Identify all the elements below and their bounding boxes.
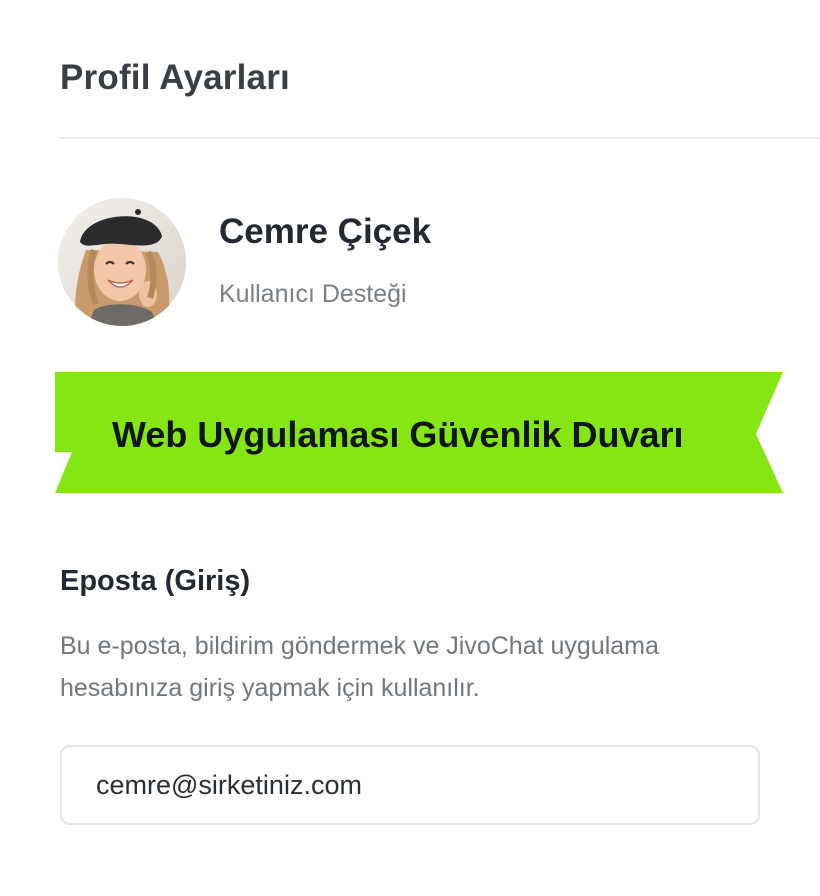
page-title: Profil Ayarları [60,58,290,97]
header-divider [58,137,820,139]
email-help-text: Bu e-posta, bildirim göndermek ve JivoCh… [60,632,659,702]
email-label: Eposta (Giriş) [60,565,251,597]
avatar[interactable] [58,198,186,326]
email-field[interactable] [60,745,760,825]
profile-name: Cemre Çiçek [219,212,432,251]
user-photo-icon [58,198,186,326]
promo-ribbon: Web Uygulaması Güvenlik Duvarı [0,370,820,496]
profile-role: Kullanıcı Desteği [219,280,407,308]
ribbon-text: Web Uygulaması Güvenlik Duvarı [112,414,684,455]
